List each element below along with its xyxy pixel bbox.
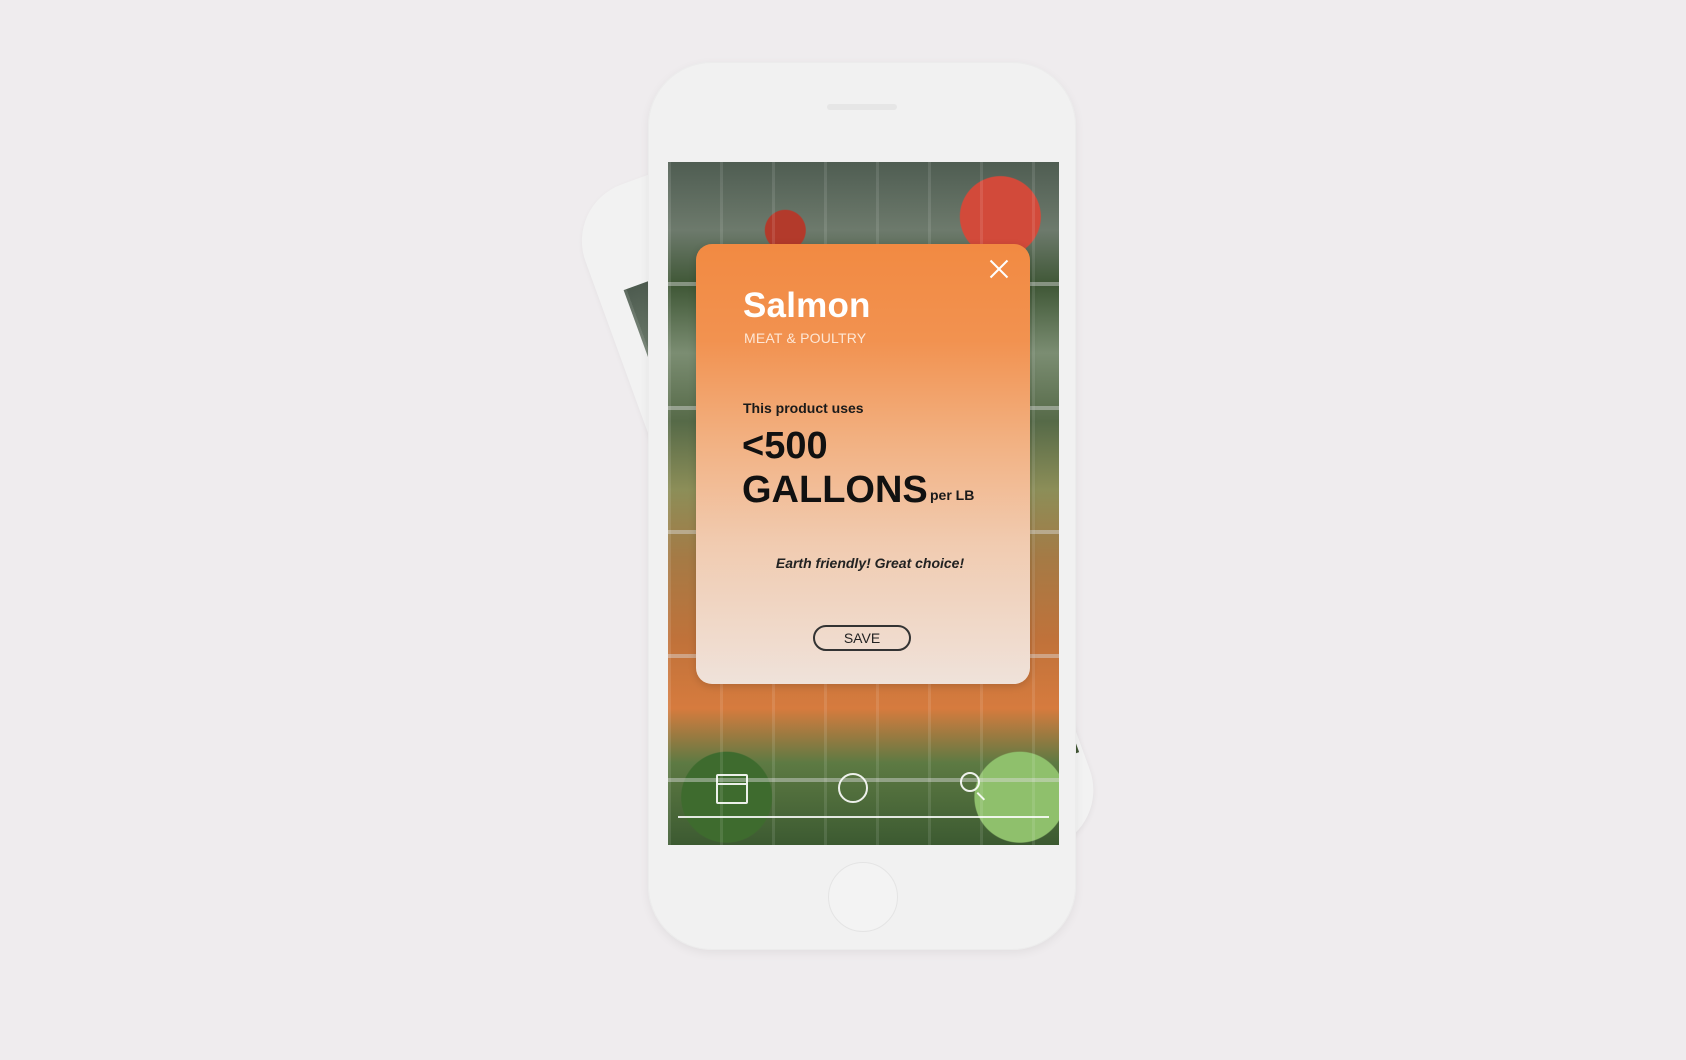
search-handle	[976, 792, 986, 801]
per-unit-label: per LB	[930, 487, 975, 503]
water-amount: <500	[742, 425, 828, 467]
search-lens	[960, 772, 980, 792]
mockup-scene: Sa ME Salmon MEAT & POULTRY This product…	[0, 0, 1686, 1060]
nav-divider	[678, 816, 1049, 818]
save-button[interactable]: SAVE	[813, 625, 911, 651]
phone-screen: Salmon MEAT & POULTRY This product uses …	[668, 162, 1059, 845]
close-icon[interactable]	[986, 256, 1012, 282]
front-phone: Salmon MEAT & POULTRY This product uses …	[648, 62, 1076, 950]
calendar-icon[interactable]	[716, 774, 748, 804]
bottom-nav	[668, 762, 1059, 822]
phone-speaker	[827, 104, 897, 110]
circle-icon[interactable]	[838, 773, 868, 803]
product-title: Salmon	[743, 286, 871, 325]
home-button[interactable]	[828, 862, 898, 932]
product-card: Salmon MEAT & POULTRY This product uses …	[696, 244, 1030, 684]
product-category: MEAT & POULTRY	[744, 330, 867, 346]
search-icon[interactable]	[960, 772, 990, 802]
uses-label: This product uses	[743, 400, 864, 416]
water-unit: GALLONS	[742, 469, 928, 511]
rating-message: Earth friendly! Great choice!	[775, 555, 965, 571]
